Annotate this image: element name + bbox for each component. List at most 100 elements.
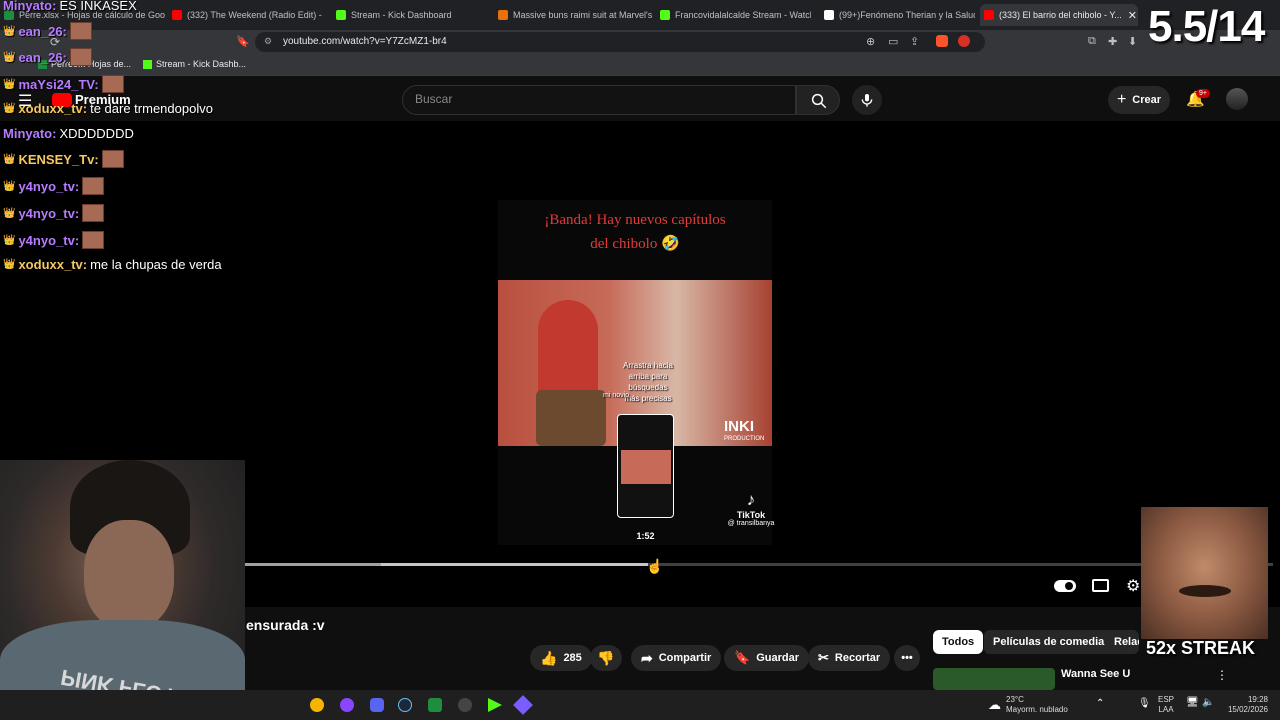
- kick-icon: [660, 10, 670, 20]
- search-icon: [811, 93, 827, 109]
- chat-username: Minyato:: [3, 0, 57, 13]
- chevron-up-icon[interactable]: ⌃: [1096, 698, 1104, 709]
- chat-username: y4nyo_tv:: [18, 178, 80, 194]
- search-button[interactable]: [796, 85, 840, 115]
- puzzle-icon[interactable]: ✚: [1108, 35, 1117, 48]
- emote-icon: [82, 177, 105, 195]
- rec-video-title[interactable]: Wanna See U: [1061, 668, 1130, 680]
- chrome-icon[interactable]: [310, 698, 324, 712]
- clip-button[interactable]: ✂ Recortar: [808, 645, 891, 671]
- rec-thumbnail[interactable]: [933, 668, 1055, 690]
- voice-search-button[interactable]: [852, 85, 882, 115]
- discord-icon[interactable]: [370, 698, 384, 712]
- kick-icon: [143, 59, 152, 69]
- cast-icon[interactable]: ▭: [888, 35, 898, 48]
- short-overlay-title: ¡Banda! Hay nuevos capítulos del chibolo…: [544, 212, 726, 252]
- chip-all[interactable]: Todos: [933, 630, 984, 654]
- bookmark-kick[interactable]: Stream - Kick Dashb...: [143, 59, 246, 69]
- more-button[interactable]: •••: [894, 645, 920, 671]
- chat-username: y4nyo_tv:: [18, 232, 80, 248]
- scrub-preview-thumbnail: [617, 414, 674, 518]
- reaction-cam: [1141, 507, 1268, 639]
- mouse-cursor-icon: ☝: [646, 558, 664, 574]
- kebab-menu-icon[interactable]: ⋮: [1216, 668, 1228, 682]
- chat-message: ES INKASEX: [59, 0, 137, 13]
- chat-line: 👑 ean_26:: [3, 22, 92, 40]
- crown-badge-icon: 👑: [3, 234, 16, 246]
- chat-line: 👑 xoduxx_tv: me la chupas de verda: [3, 257, 222, 272]
- download-icon[interactable]: ⬇: [1128, 35, 1137, 48]
- steam-icon[interactable]: [398, 698, 412, 712]
- crown-badge-icon: 👑: [3, 207, 16, 219]
- emote-icon: [101, 75, 124, 93]
- search-input[interactable]: [415, 92, 775, 106]
- terminal-icon[interactable]: [428, 698, 442, 712]
- like-button[interactable]: 👍 285: [530, 645, 592, 671]
- share-button[interactable]: ➦ Compartir: [631, 645, 722, 671]
- streak-label: 52x STREAK: [1146, 638, 1256, 658]
- tab-kick-dashboard[interactable]: Stream - Kick Dashboard: [332, 4, 492, 26]
- crown-badge-icon: 👑: [3, 25, 16, 37]
- avatar[interactable]: [1226, 88, 1248, 110]
- mic-tray-icon[interactable]: 🎙: [1138, 698, 1151, 709]
- notification-badge: 9+: [1196, 89, 1210, 98]
- tab-franco-stream[interactable]: Francovidalalcalde Stream - Watch L...: [656, 4, 811, 26]
- tab-tiktok[interactable]: (99+)Fenómeno Therian y la Salud M...: [820, 4, 975, 26]
- site-info-icon[interactable]: ⚙: [264, 36, 272, 47]
- site-icon: [498, 10, 508, 20]
- emote-icon: [82, 231, 105, 249]
- weather-icon[interactable]: ☁: [988, 697, 1001, 713]
- face-shape: [84, 520, 174, 630]
- crown-badge-icon: 👑: [3, 103, 16, 114]
- youtube-icon: [984, 10, 994, 20]
- tiktok-icon: [824, 10, 834, 20]
- autoplay-toggle[interactable]: [1054, 580, 1076, 592]
- windows-taskbar: [0, 690, 1280, 720]
- chat-message: te dare trmendopolvo: [90, 101, 213, 116]
- stream-counter: 5.5/14: [1148, 2, 1265, 51]
- extensions-icon[interactable]: ⧉: [1088, 35, 1096, 48]
- save-button[interactable]: 🔖 Guardar: [724, 645, 809, 671]
- extension-icon[interactable]: [958, 35, 970, 47]
- dislike-button[interactable]: 👎: [590, 645, 622, 671]
- barrel-shape: [536, 390, 606, 446]
- search-box: [402, 85, 796, 115]
- streamer-webcam: PINK FLOYD: [0, 460, 245, 720]
- toggle-knob: [1065, 582, 1073, 590]
- obs-icon[interactable]: [458, 698, 472, 712]
- volume-tray-icon[interactable]: 🔈: [1202, 697, 1214, 708]
- close-icon[interactable]: ✕: [1128, 9, 1137, 22]
- app-icon[interactable]: [340, 698, 354, 712]
- language-indicator[interactable]: ESP LAA: [1158, 695, 1174, 715]
- chat-username: maYsi24_TV:: [18, 76, 99, 92]
- zoom-icon[interactable]: ⊕: [866, 35, 875, 48]
- emote-icon: [69, 48, 92, 66]
- brave-shield-icon[interactable]: [936, 35, 948, 47]
- create-button[interactable]: + Crear: [1108, 86, 1170, 114]
- share-icon[interactable]: ⇪: [910, 35, 919, 48]
- crown-badge-icon: 👑: [3, 180, 16, 192]
- video-title: ensurada :v: [246, 617, 325, 633]
- chat-line: 👑 maYsi24_TV:: [3, 75, 124, 93]
- tab-active-chibolo[interactable]: (333) El barrio del chibolo - Y... ✕: [980, 4, 1138, 26]
- progress-hover: [381, 563, 649, 566]
- crown-badge-icon: 👑: [3, 153, 16, 165]
- chat-username: xoduxx_tv:: [18, 101, 88, 116]
- chip-comedy[interactable]: Películas de comedia: [984, 630, 1114, 654]
- tab-youtube-weekend[interactable]: (332) The Weekend (Radio Edit) - Yo...: [168, 4, 323, 26]
- tiktok-watermark: ♪ TikTok @ transilbanya: [712, 490, 790, 527]
- weather-widget[interactable]: 23°C Mayorm. nublado: [1006, 695, 1068, 715]
- chip-related[interactable]: Relacionados: [1105, 630, 1139, 654]
- bookmark-icon[interactable]: 🔖: [236, 35, 250, 48]
- emote-icon: [82, 204, 105, 222]
- thumbs-down-icon: 👎: [597, 649, 615, 666]
- preview-image: [621, 450, 671, 484]
- clock[interactable]: 19:28 15/02/2026: [1226, 695, 1268, 715]
- chat-line: Minyato: ES INKASEX: [3, 0, 137, 13]
- subtitles-icon[interactable]: [1092, 579, 1109, 592]
- chat-username: KENSEY_Tv:: [18, 151, 99, 167]
- tab-massive-buns[interactable]: Massive buns raimi suit at Marvel's S...: [494, 4, 654, 26]
- share-arrow-icon: ➦: [641, 649, 653, 666]
- chat-line: 👑 xoduxx_tv: te dare trmendopolvo: [3, 101, 213, 116]
- monitor-icon[interactable]: 🖥: [1186, 697, 1199, 708]
